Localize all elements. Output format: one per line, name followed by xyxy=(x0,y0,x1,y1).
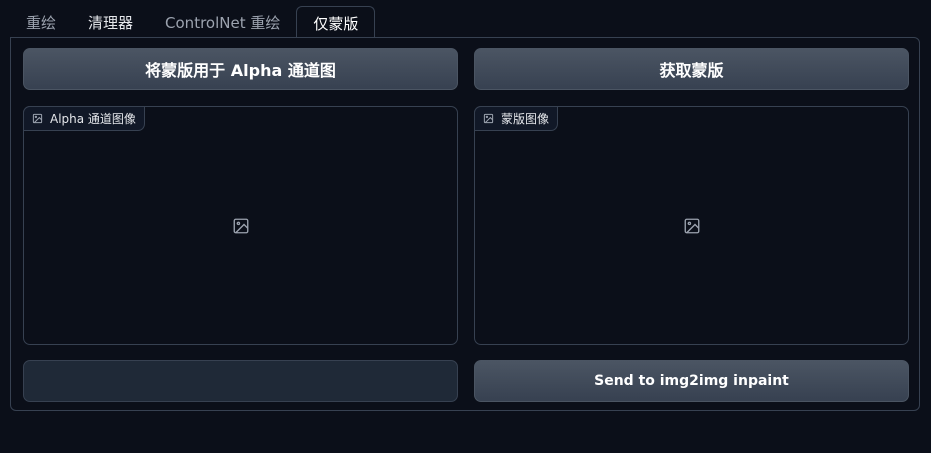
tab-mask-only[interactable]: 仅蒙版 xyxy=(296,6,376,39)
tab-bar: 重绘 清理器 ControlNet 重绘 仅蒙版 xyxy=(10,6,921,39)
apply-mask-alpha-button[interactable]: 将蒙版用于 Alpha 通道图 xyxy=(23,48,458,90)
tab-cleaner[interactable]: 清理器 xyxy=(72,6,149,38)
tab-controlnet-redraw[interactable]: ControlNet 重绘 xyxy=(149,6,296,38)
tab-redraw[interactable]: 重绘 xyxy=(10,6,72,38)
alpha-image-box[interactable]: Alpha 通道图像 xyxy=(23,106,458,345)
mask-image-label: 蒙版图像 xyxy=(501,112,550,126)
get-mask-button[interactable]: 获取蒙版 xyxy=(474,48,909,90)
tab-panel: 将蒙版用于 Alpha 通道图 Alpha 通道图像 获取蒙版 蒙版图像 Sen… xyxy=(10,37,920,411)
send-to-img2img-inpaint-button[interactable]: Send to img2img inpaint xyxy=(474,360,909,402)
image-placeholder-icon xyxy=(684,218,699,233)
app-root: 重绘 清理器 ControlNet 重绘 仅蒙版 将蒙版用于 Alpha 通道图… xyxy=(0,0,931,453)
alpha-image-label: Alpha 通道图像 xyxy=(50,112,136,126)
empty-output-button[interactable] xyxy=(23,360,458,402)
image-icon xyxy=(483,113,494,124)
mask-image-label-tag: 蒙版图像 xyxy=(474,106,559,131)
alpha-image-label-tag: Alpha 通道图像 xyxy=(23,106,145,131)
image-placeholder-icon xyxy=(233,218,248,233)
image-icon xyxy=(32,113,43,124)
mask-image-box[interactable]: 蒙版图像 xyxy=(474,106,909,345)
